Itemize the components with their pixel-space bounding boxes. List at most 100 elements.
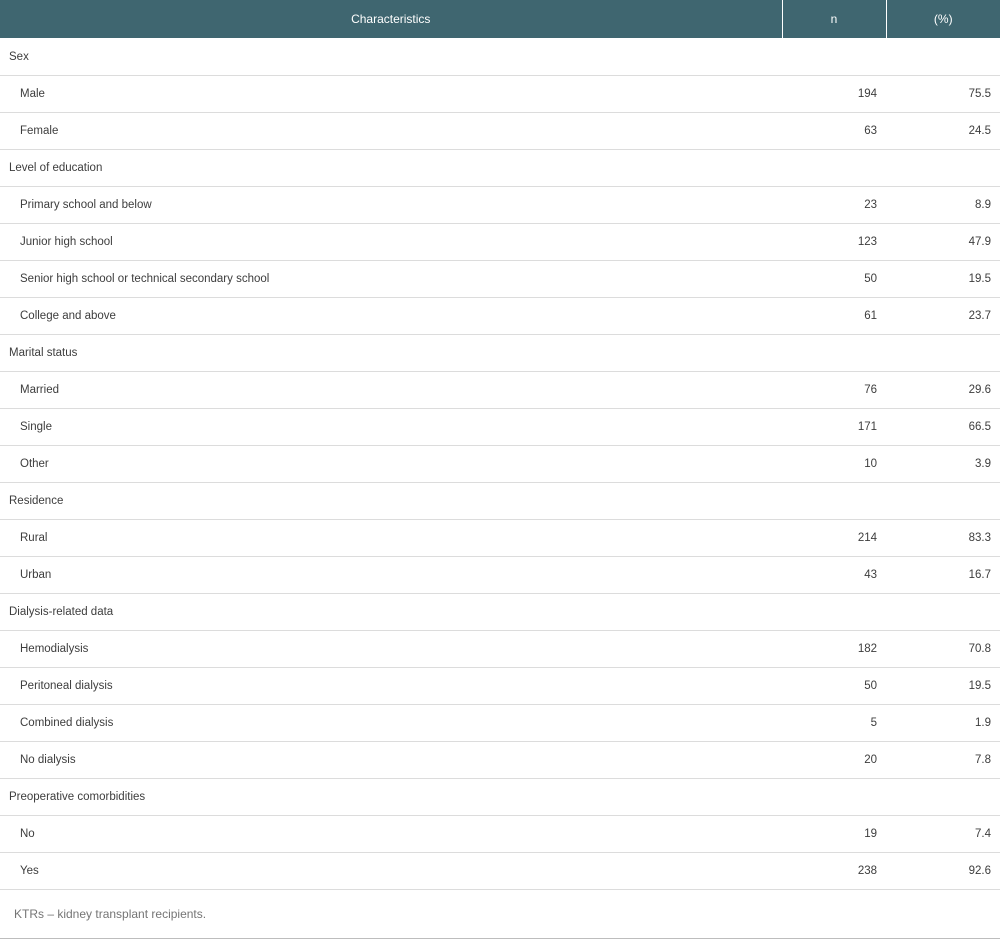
- row-count: 214: [782, 519, 886, 557]
- empty-cell: [782, 778, 886, 816]
- header-n: n: [782, 0, 887, 38]
- row-count: 23: [782, 186, 886, 224]
- header-row: Characteristics n (%): [0, 0, 1000, 38]
- row-percent: 8.9: [886, 186, 1000, 224]
- category-row: Marital status: [0, 334, 1000, 372]
- row-label: Primary school and below: [0, 186, 782, 224]
- row-label: Other: [0, 445, 782, 483]
- row-percent: 1.9: [886, 704, 1000, 742]
- category-label: Preoperative comorbidities: [0, 778, 782, 816]
- table-row: Yes 238 92.6: [0, 852, 1000, 890]
- empty-cell: [782, 482, 886, 520]
- row-label: Peritoneal dialysis: [0, 667, 782, 705]
- row-count: 123: [782, 223, 886, 261]
- empty-cell: [886, 334, 1000, 372]
- header-percent: (%): [886, 0, 1000, 38]
- row-percent: 3.9: [886, 445, 1000, 483]
- empty-cell: [782, 149, 886, 187]
- characteristics-table: Characteristics n (%) Sex Male 194 75.5 Fema…: [0, 0, 1000, 890]
- table-row: Female 63 24.5: [0, 112, 1000, 150]
- row-count: 50: [782, 667, 886, 705]
- row-label: College and above: [0, 297, 782, 335]
- empty-cell: [782, 334, 886, 372]
- table-row: Married 76 29.6: [0, 371, 1000, 409]
- row-percent: 66.5: [886, 408, 1000, 446]
- row-percent: 19.5: [886, 260, 1000, 298]
- row-percent: 47.9: [886, 223, 1000, 261]
- row-percent: 29.6: [886, 371, 1000, 409]
- row-count: 5: [782, 704, 886, 742]
- row-label: Senior high school or technical secondar…: [0, 260, 782, 298]
- table-footnote: KTRs – kidney transplant recipients.: [0, 890, 1000, 939]
- table-row: Combined dialysis 5 1.9: [0, 704, 1000, 742]
- empty-cell: [886, 149, 1000, 187]
- table-row: No dialysis 20 7.8: [0, 741, 1000, 779]
- row-label: Junior high school: [0, 223, 782, 261]
- table-row: Junior high school 123 47.9: [0, 223, 1000, 261]
- row-count: 194: [782, 75, 886, 113]
- category-label: Sex: [0, 38, 782, 76]
- row-label: Urban: [0, 556, 782, 594]
- empty-cell: [886, 593, 1000, 631]
- row-count: 10: [782, 445, 886, 483]
- row-count: 43: [782, 556, 886, 594]
- category-row: Residence: [0, 482, 1000, 520]
- empty-cell: [886, 778, 1000, 816]
- table-row: Senior high school or technical secondar…: [0, 260, 1000, 298]
- row-percent: 7.8: [886, 741, 1000, 779]
- row-count: 61: [782, 297, 886, 335]
- row-label: Married: [0, 371, 782, 409]
- row-percent: 24.5: [886, 112, 1000, 150]
- empty-cell: [782, 38, 886, 76]
- table-row: No 19 7.4: [0, 815, 1000, 853]
- header-characteristics: Characteristics: [0, 0, 783, 38]
- row-label: Combined dialysis: [0, 704, 782, 742]
- row-label: Female: [0, 112, 782, 150]
- empty-cell: [886, 482, 1000, 520]
- row-count: 238: [782, 852, 886, 890]
- row-percent: 83.3: [886, 519, 1000, 557]
- row-percent: 7.4: [886, 815, 1000, 853]
- table-row: Peritoneal dialysis 50 19.5: [0, 667, 1000, 705]
- row-percent: 16.7: [886, 556, 1000, 594]
- row-count: 182: [782, 630, 886, 668]
- category-row: Dialysis-related data: [0, 593, 1000, 631]
- table-header: Characteristics n (%): [0, 0, 1000, 38]
- row-count: 20: [782, 741, 886, 779]
- row-count: 19: [782, 815, 886, 853]
- row-label: Yes: [0, 852, 782, 890]
- row-percent: 70.8: [886, 630, 1000, 668]
- row-percent: 23.7: [886, 297, 1000, 335]
- table-row: College and above 61 23.7: [0, 297, 1000, 335]
- row-count: 50: [782, 260, 886, 298]
- table-body: Sex Male 194 75.5 Female 63 24.5 Level of educa…: [0, 38, 1000, 890]
- empty-cell: [782, 593, 886, 631]
- row-label: Rural: [0, 519, 782, 557]
- row-count: 171: [782, 408, 886, 446]
- row-percent: 75.5: [886, 75, 1000, 113]
- category-label: Dialysis-related data: [0, 593, 782, 631]
- row-label: No: [0, 815, 782, 853]
- row-label: No dialysis: [0, 741, 782, 779]
- table-row: Primary school and below 23 8.9: [0, 186, 1000, 224]
- category-row: Preoperative comorbidities: [0, 778, 1000, 816]
- category-label: Level of education: [0, 149, 782, 187]
- data-table-container: Characteristics n (%) Sex Male 194 75.5 Fema…: [0, 0, 1000, 939]
- table-row: Single 171 66.5: [0, 408, 1000, 446]
- category-label: Residence: [0, 482, 782, 520]
- table-row: Male 194 75.5: [0, 75, 1000, 113]
- table-row: Hemodialysis 182 70.8: [0, 630, 1000, 668]
- table-row: Rural 214 83.3: [0, 519, 1000, 557]
- table-row: Urban 43 16.7: [0, 556, 1000, 594]
- category-row: Sex: [0, 38, 1000, 76]
- row-label: Hemodialysis: [0, 630, 782, 668]
- row-label: Single: [0, 408, 782, 446]
- category-label: Marital status: [0, 334, 782, 372]
- category-row: Level of education: [0, 149, 1000, 187]
- row-count: 76: [782, 371, 886, 409]
- row-percent: 92.6: [886, 852, 1000, 890]
- row-percent: 19.5: [886, 667, 1000, 705]
- row-count: 63: [782, 112, 886, 150]
- table-row: Other 10 3.9: [0, 445, 1000, 483]
- row-label: Male: [0, 75, 782, 113]
